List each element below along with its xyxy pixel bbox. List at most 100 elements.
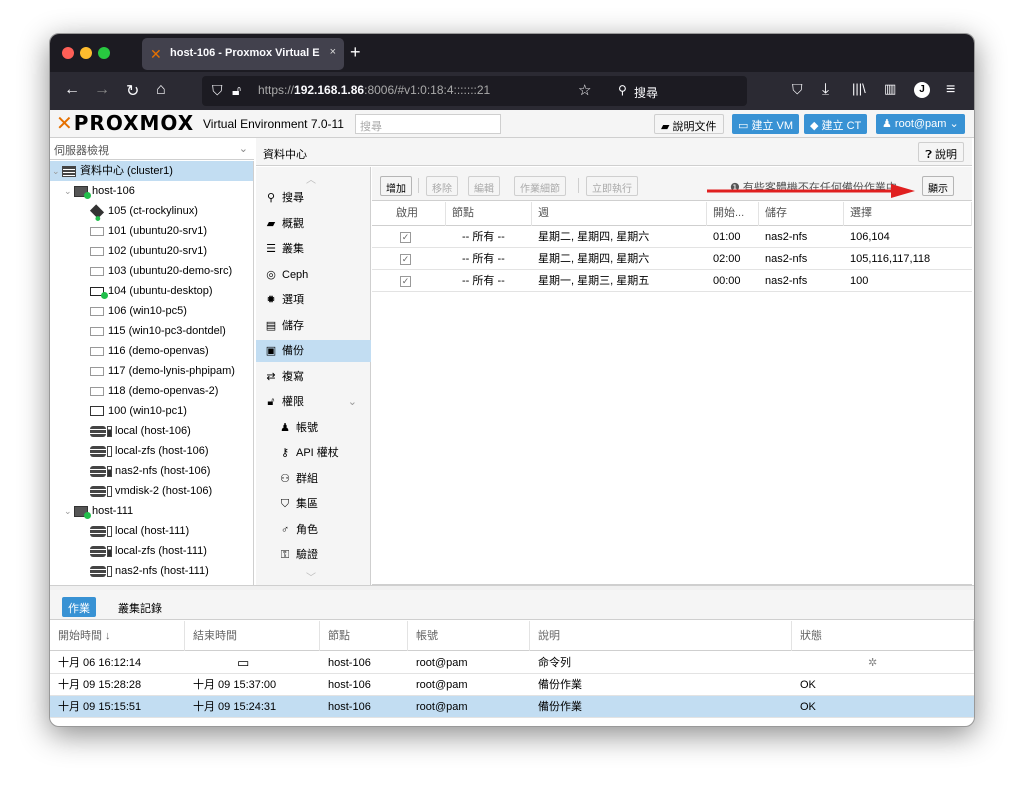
reload-icon[interactable]: ↻ (126, 81, 139, 101)
tree-item[interactable]: local (host-106) (50, 421, 253, 441)
search-box[interactable]: ⚲ 搜尋 (610, 76, 730, 106)
tree-item[interactable]: ⌄ 資料中心 (cluster1) (50, 161, 253, 181)
tree-item[interactable]: 104 (ubuntu-desktop) (50, 281, 253, 301)
docs-button[interactable]: ▰ 說明文件 (654, 114, 724, 134)
task-column-header[interactable]: 結束時間 (185, 621, 320, 651)
backup-grid-header: 啟用 節點週開始... 儲存 選擇 (372, 202, 972, 226)
show-button[interactable]: 顯示 (922, 176, 954, 196)
task-row[interactable]: 十月 09 15:15:51 十月 09 15:24:31 host-106 root… (50, 696, 974, 718)
column-header[interactable]: 週 (532, 202, 707, 226)
scroll-up-icon[interactable]: ︿ (306, 171, 316, 186)
expand-toggle-icon[interactable]: ⌄ (64, 181, 74, 201)
menu-item[interactable]: ▰ 概觀 (256, 213, 371, 235)
column-header[interactable]: 節點 (446, 202, 532, 226)
extension-icon[interactable]: J (914, 82, 930, 98)
view-selector[interactable]: 伺服器檢視 ⌄ (50, 138, 254, 160)
tree-item[interactable]: local-zfs (host-111) (50, 541, 253, 561)
tree-item[interactable]: 101 (ubuntu20-srv1) (50, 221, 253, 241)
library-icon[interactable]: |||\ (852, 81, 866, 96)
user-menu-button[interactable]: ♟ root@pam ⌄ (876, 114, 965, 134)
task-column-header[interactable]: 帳號 (408, 621, 530, 651)
menu-icon[interactable]: ≡ (946, 81, 955, 99)
enabled-checkbox[interactable]: ✓ (400, 275, 411, 287)
pocket-icon[interactable]: ⛉ (792, 81, 803, 98)
tree-item[interactable]: 117 (demo-lynis-phpipam) (50, 361, 253, 381)
task-row[interactable]: 十月 06 16:12:14 ▭ host-106 root@pam 命令列 ✲ (50, 652, 974, 674)
add-button[interactable]: 增加 (380, 176, 412, 196)
enabled-checkbox[interactable]: ✓ (400, 253, 411, 265)
home-icon[interactable]: ⌂ (156, 81, 166, 99)
tree-item[interactable]: 103 (ubuntu20-demo-src) (50, 261, 253, 281)
task-column-header[interactable]: 節點 (320, 621, 408, 651)
forward-icon[interactable]: → (94, 81, 110, 99)
menu-item[interactable]: ▤ 儲存 (256, 315, 371, 337)
tree-item[interactable]: 118 (demo-openvas-2) (50, 381, 253, 401)
enabled-checkbox[interactable]: ✓ (400, 231, 411, 243)
menu-item[interactable]: ♂ 角色 (256, 519, 371, 541)
tree-item[interactable]: ⌄ host-111 (50, 501, 253, 521)
job-detail-button[interactable]: 作業細節 (514, 176, 566, 196)
task-column-header[interactable]: 說明 (530, 621, 792, 651)
url-text[interactable]: https://192.168.1.86:8006/#v1:0:18:4::::… (258, 83, 490, 97)
menu-item[interactable]: ✹ 選項 (256, 289, 371, 311)
resource-search-input[interactable]: 搜尋 (355, 114, 501, 134)
menu-item[interactable]: ▣ 備份 (256, 340, 371, 362)
task-column-header[interactable]: 狀態 (792, 621, 974, 651)
column-header[interactable]: 啟用 (372, 202, 446, 226)
tab-close-icon[interactable]: × (330, 46, 336, 58)
expand-toggle-icon[interactable]: ⌄ (64, 501, 74, 521)
menu-item[interactable]: ⚇ 群組 (256, 468, 371, 490)
help-button[interactable]: ❓︎ 說明 (918, 142, 964, 162)
menu-item[interactable]: ☰ 叢集 (256, 238, 371, 260)
tree-item[interactable]: 100 (win10-pc1) (50, 401, 253, 421)
table-row[interactable]: ✓ -- 所有 -- 星期一, 星期三, 星期五 00:00 nas2-nfs 100 (372, 270, 972, 292)
run-now-button[interactable]: 立即執行 (586, 176, 638, 196)
task-row[interactable]: 十月 09 15:28:28 十月 09 15:37:00 host-106 root… (50, 674, 974, 696)
chevron-down-icon[interactable]: ⌄ (348, 391, 357, 413)
table-row[interactable]: ✓ -- 所有 -- 星期二, 星期四, 星期六 02:00 nas2-nfs 105,1… (372, 248, 972, 270)
edit-button[interactable]: 編輯 (468, 176, 500, 196)
menu-item[interactable]: 🔓︎ 權限 ⌄ (256, 391, 371, 413)
download-icon[interactable]: ⤓ (822, 81, 829, 99)
new-tab-button[interactable]: + (350, 42, 361, 63)
task-column-header[interactable]: 開始時間 ↓ (50, 621, 185, 651)
tree-item[interactable]: 106 (win10-pc5) (50, 301, 253, 321)
tab-cluster-log[interactable]: 叢集記錄 (112, 597, 168, 617)
tab-tasks[interactable]: 作業 (62, 597, 96, 617)
back-icon[interactable]: ← (64, 81, 80, 99)
menu-item[interactable]: ⚷ API 權杖 (256, 442, 371, 464)
tree-item[interactable]: 102 (ubuntu20-srv1) (50, 241, 253, 261)
column-header[interactable]: 選擇 (844, 202, 972, 226)
browser-tab[interactable]: ✕ host-106 - Proxmox Virtual Envi × (142, 38, 344, 70)
bookmark-star-icon[interactable]: ☆ (578, 81, 591, 99)
menu-item[interactable]: ◎ Ceph (256, 264, 371, 286)
table-row[interactable]: ✓ -- 所有 -- 星期二, 星期四, 星期六 01:00 nas2-nfs 106,1… (372, 226, 972, 248)
shield-icon[interactable]: ⛉ (212, 82, 223, 99)
minimize-window-button[interactable] (80, 47, 92, 59)
tree-item[interactable]: nas2-nfs (host-106) (50, 461, 253, 481)
sidebar-icon[interactable]: ▥ (884, 81, 896, 97)
tree-item[interactable]: nas2-nfs (host-111) (50, 561, 253, 581)
menu-item[interactable]: ⇄ 複寫 (256, 366, 371, 388)
menu-item[interactable]: ⚲ 搜尋 (256, 187, 371, 209)
create-vm-button[interactable]: ▭ 建立 VM (732, 114, 800, 134)
zoom-window-button[interactable] (98, 47, 110, 59)
tree-item[interactable]: 115 (win10-pc3-dontdel) (50, 321, 253, 341)
scroll-down-icon[interactable]: ﹀ (306, 569, 316, 584)
column-header[interactable]: 儲存 (759, 202, 844, 226)
tree-item[interactable]: vmdisk-2 (host-106) (50, 481, 253, 501)
menu-item[interactable]: ⛉ 集區 (256, 493, 371, 515)
menu-item[interactable]: ♟ 帳號 (256, 417, 371, 439)
menu-item[interactable]: ⚿ 驗證 (256, 544, 371, 566)
tree-item[interactable]: ⌄ host-106 (50, 181, 253, 201)
tree-item[interactable]: local (host-111) (50, 521, 253, 541)
expand-toggle-icon[interactable]: ⌄ (52, 161, 62, 181)
create-ct-button[interactable]: ◆ 建立 CT (804, 114, 868, 134)
tree-item[interactable]: 105 (ct-rockylinux) (50, 201, 253, 221)
insecure-lock-icon[interactable]: 🔓︎ (232, 82, 241, 99)
close-window-button[interactable] (62, 47, 74, 59)
tree-item[interactable]: 116 (demo-openvas) (50, 341, 253, 361)
tree-item[interactable]: local-zfs (host-106) (50, 441, 253, 461)
column-header[interactable]: 開始... (707, 202, 759, 226)
remove-button[interactable]: 移除 (426, 176, 458, 196)
